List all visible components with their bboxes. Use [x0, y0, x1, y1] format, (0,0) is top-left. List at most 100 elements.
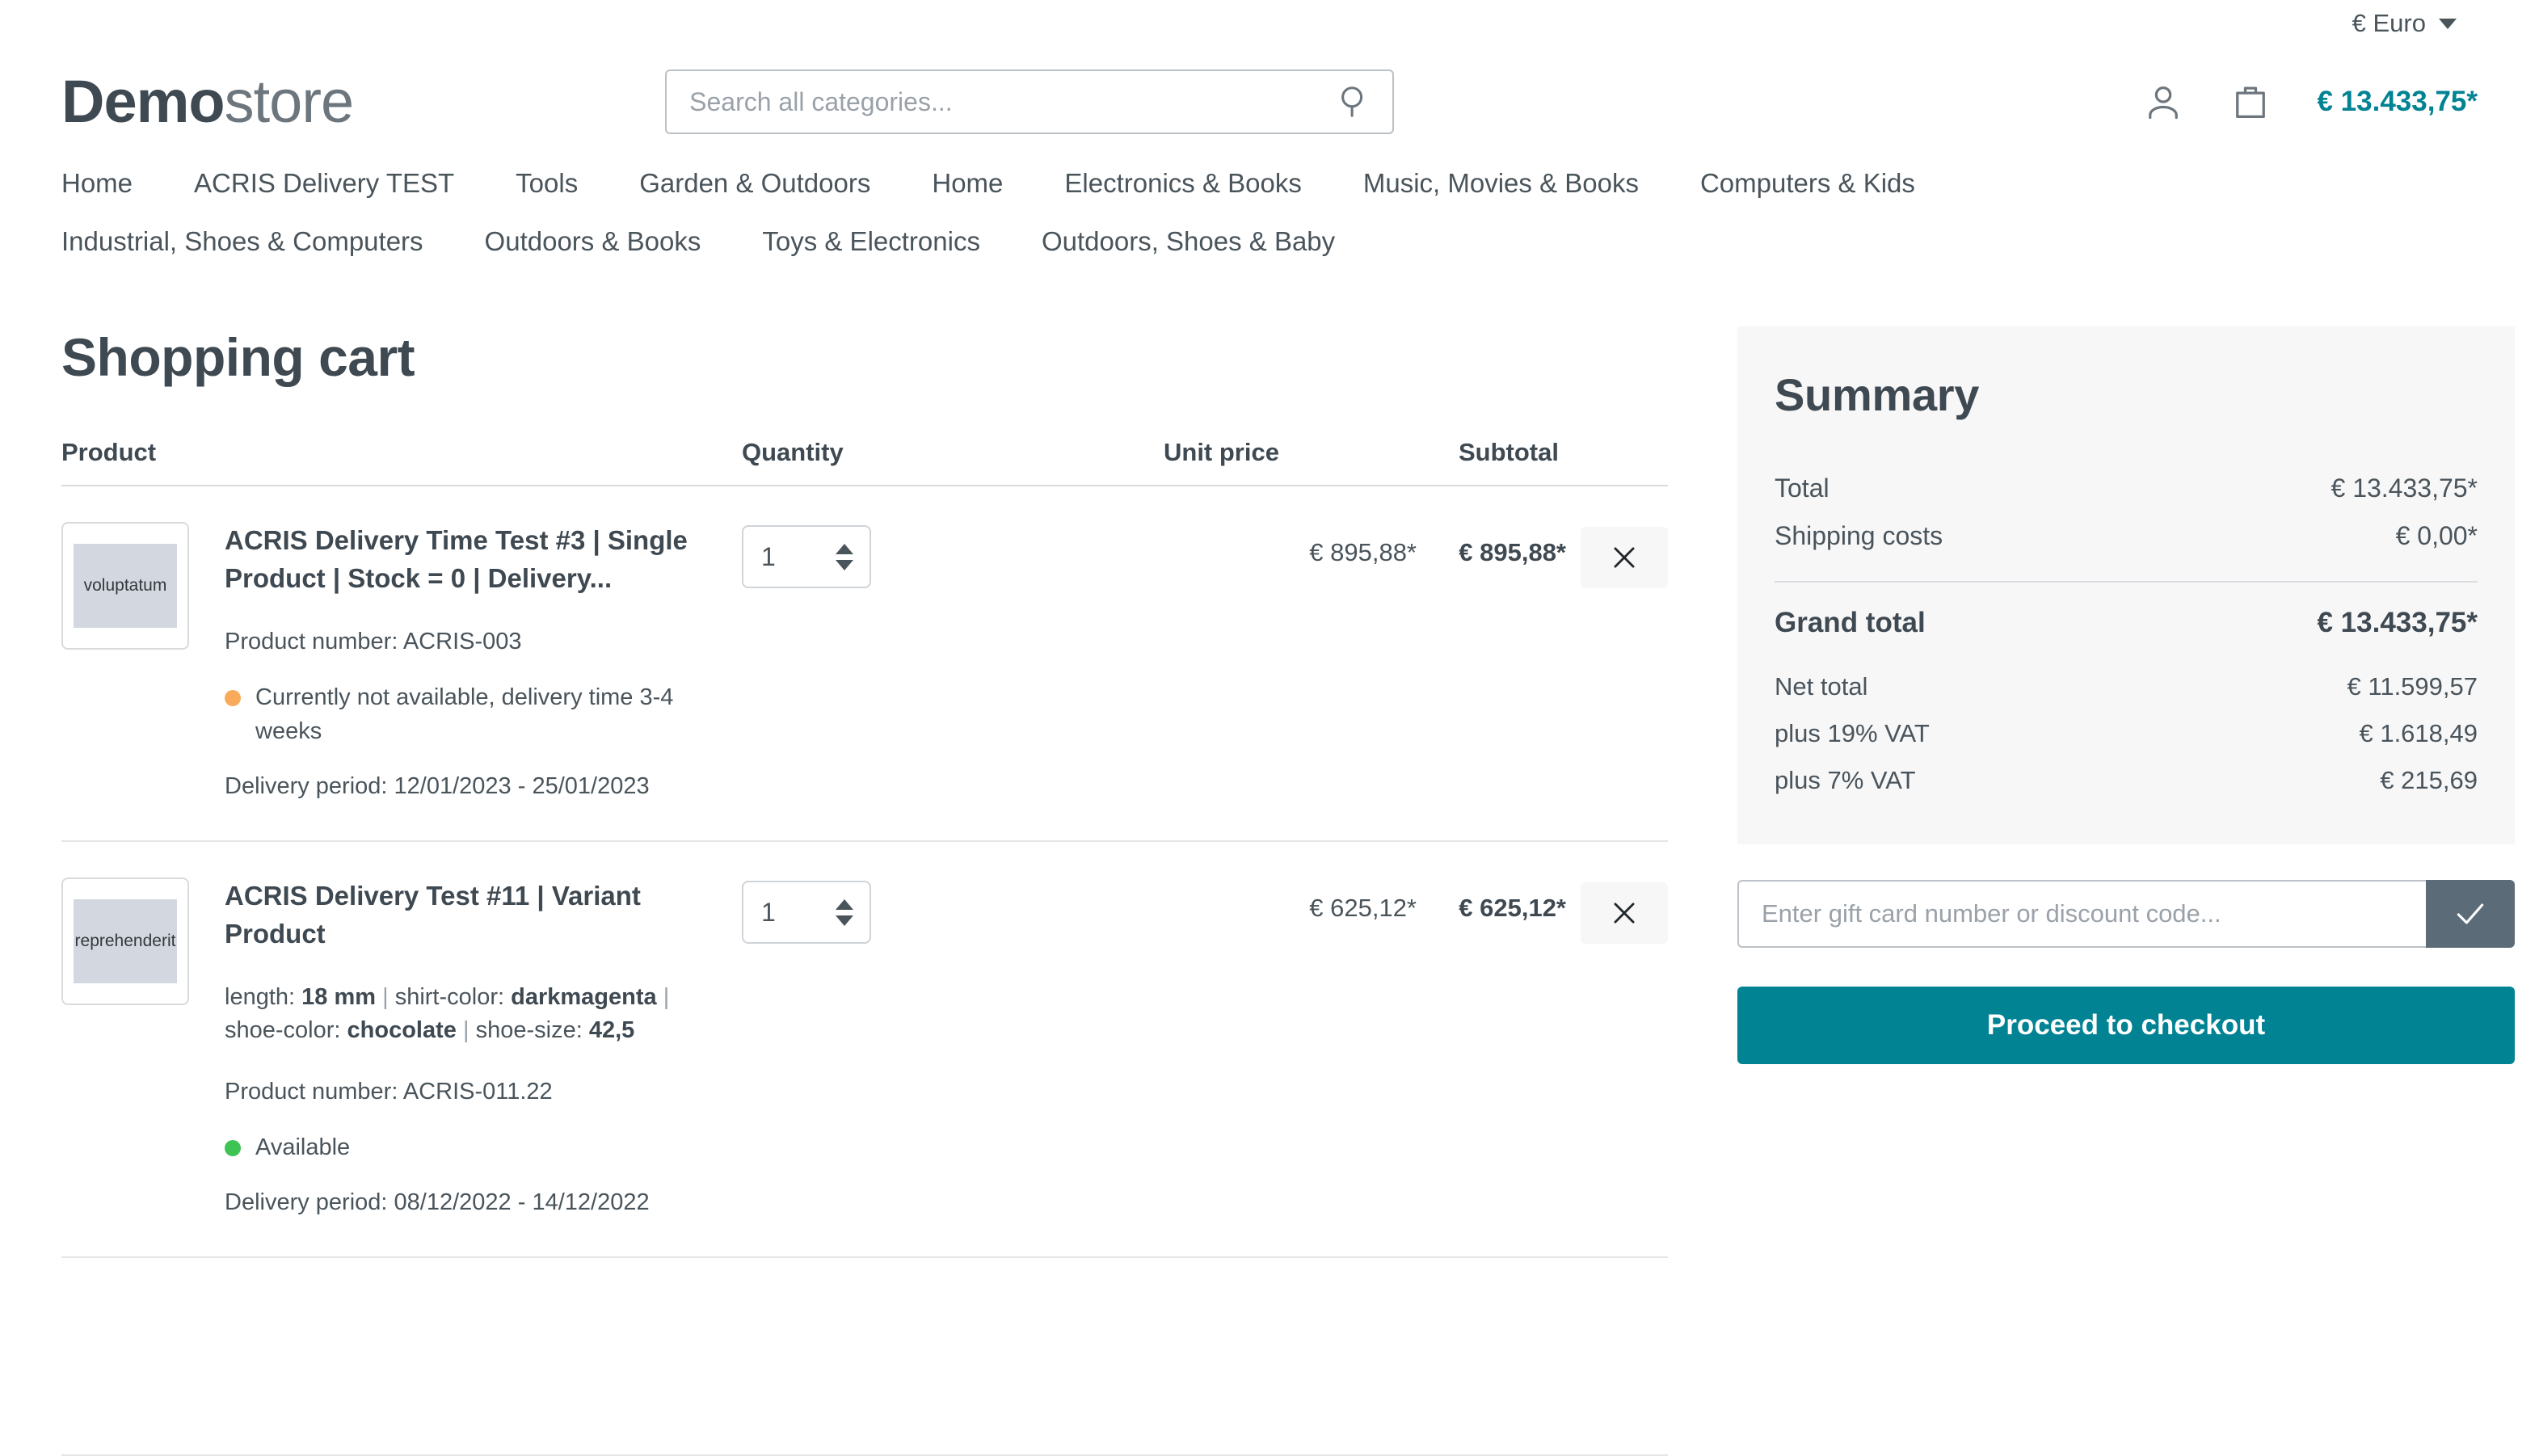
product-thumbnail[interactable]: voluptatum [61, 522, 189, 650]
header-actions: € 13.433,75* [2139, 78, 2478, 126]
summary-label-total: Total [1775, 473, 1830, 503]
product-info: ACRIS Delivery Time Test #3 | Single Pro… [225, 522, 706, 803]
search-icon [1341, 86, 1363, 117]
status-dot-icon [225, 690, 241, 707]
variant-name-shoe-size: shoe-size: [475, 1017, 583, 1044]
summary-row-shipping: Shipping costs € 0,00* [1775, 512, 2478, 560]
unit-price: € 625,12* [1309, 894, 1417, 923]
page-root: € Euro Demostore Search all categories..… [0, 0, 2539, 1456]
subtotal-price: € 895,88* [1459, 538, 1566, 566]
gift-card-submit-button[interactable] [2426, 880, 2515, 948]
nav-item-acris-delivery-test[interactable]: ACRIS Delivery TEST [194, 168, 454, 199]
top-bar: € Euro [0, 0, 2539, 47]
variant-value-shoe-size: 42,5 [588, 1017, 635, 1044]
variant-separator: | [382, 984, 389, 1011]
summary-row-grand-total: Grand total € 13.433,75* [1775, 602, 2478, 663]
column-header-product: Product [61, 438, 157, 466]
variant-value-shoe-color: chocolate [347, 1017, 457, 1044]
nav-item-toys-electronics[interactable]: Toys & Electronics [762, 226, 980, 257]
product-number: Product number: ACRIS-011.22 [225, 1078, 553, 1105]
quantity-spinner [836, 898, 857, 926]
product-thumbnail-placeholder: voluptatum [74, 544, 177, 628]
column-header-subtotal: Subtotal [1459, 438, 1559, 466]
page-title: Shopping cart [61, 327, 415, 387]
remove-cell [1566, 522, 1668, 588]
product-info: ACRIS Delivery Test #11 | Variant Produc… [225, 877, 706, 1219]
variant-separator: | [462, 1017, 469, 1044]
nav-item-computers-kids[interactable]: Computers & Kids [1700, 168, 1915, 199]
logo-bold-part: Demo [61, 68, 225, 135]
stock-status: Currently not available, delivery time 3… [225, 680, 706, 748]
gift-card-input[interactable] [1737, 880, 2426, 948]
stock-status-label: Currently not available, delivery time 3… [255, 684, 674, 745]
nav-item-outdoors-shoes-baby[interactable]: Outdoors, Shoes & Baby [1042, 226, 1335, 257]
summary-title: Summary [1775, 369, 1980, 420]
bag-icon [2236, 86, 2266, 119]
quantity-stepper[interactable]: 1 [742, 881, 871, 945]
variant-value-length: 18 mm [301, 984, 377, 1011]
variant-name-length: length: [225, 984, 296, 1011]
logo-light-part: store [224, 68, 355, 135]
summary-value-net-total: € 11.599,57 [2347, 672, 2478, 701]
remove-item-button[interactable] [1581, 882, 1668, 945]
user-icon [2149, 86, 2179, 120]
nav-item-electronics-books[interactable]: Electronics & Books [1064, 168, 1301, 199]
summary-value-grand-total: € 13.433,75* [2317, 607, 2478, 638]
remove-item-button[interactable] [1581, 527, 1668, 588]
summary-row-vat-19: plus 19% VAT € 1.618,49 [1775, 710, 2478, 757]
nav-item-home-2[interactable]: Home [932, 168, 1003, 199]
delivery-period: Delivery period: 08/12/2022 - 14/12/2022 [225, 1189, 650, 1216]
nav-item-music-movies-books[interactable]: Music, Movies & Books [1363, 168, 1639, 199]
nav-item-tools[interactable]: Tools [516, 168, 578, 199]
unit-price: € 895,88* [1309, 538, 1417, 566]
main-navigation: Home ACRIS Delivery TEST Tools Garden & … [0, 144, 2020, 257]
quantity-decrement-icon[interactable] [836, 915, 853, 926]
cart-button[interactable] [2226, 78, 2275, 126]
search-container [665, 69, 1395, 134]
summary-panel: Summary Total € 13.433,75* Shipping cost… [1737, 326, 2515, 844]
quantity-increment-icon[interactable] [836, 898, 853, 910]
search-submit-button[interactable] [1333, 80, 1376, 124]
nav-item-home-1[interactable]: Home [61, 168, 133, 199]
summary-label-net-total: Net total [1775, 672, 1868, 701]
variant-name-shirt-color: shirt-color: [394, 984, 505, 1011]
main-content: Shopping cart Product Quantity Unit pric… [0, 257, 2539, 1259]
search-input[interactable] [665, 69, 1395, 134]
cart-section: Shopping cart Product Quantity Unit pric… [61, 326, 1668, 1259]
nav-item-garden-outdoors[interactable]: Garden & Outdoors [639, 168, 870, 199]
nav-item-industrial-shoes-computers[interactable]: Industrial, Shoes & Computers [61, 226, 423, 257]
quantity-increment-icon[interactable] [836, 543, 853, 554]
stock-status: Available [225, 1130, 706, 1164]
product-cell: voluptatum ACRIS Delivery Time Test #3 |… [61, 522, 742, 803]
nav-item-outdoors-books[interactable]: Outdoors & Books [485, 226, 701, 257]
cart-total-amount[interactable]: € 13.433,75* [2317, 86, 2478, 118]
subtotal-price: € 625,12* [1459, 894, 1566, 923]
column-header-quantity: Quantity [742, 438, 844, 466]
product-number: Product number: ACRIS-003 [225, 628, 522, 654]
chevron-down-icon [2439, 18, 2457, 29]
product-thumbnail[interactable]: reprehenderit [61, 877, 189, 1006]
site-logo[interactable]: Demostore [61, 72, 354, 132]
proceed-to-checkout-button[interactable]: Proceed to checkout [1737, 987, 2515, 1064]
quantity-stepper[interactable]: 1 [742, 525, 871, 588]
product-thumbnail-placeholder: reprehenderit [74, 899, 177, 984]
product-cell: reprehenderit ACRIS Delivery Test #11 | … [61, 877, 742, 1219]
site-header: Demostore Search all categories... € 13.… [0, 47, 2539, 144]
column-header-unit-price: Unit price [1164, 438, 1279, 466]
cart-table-header: Product Quantity Unit price Subtotal [61, 438, 1668, 486]
product-title[interactable]: ACRIS Delivery Time Test #3 | Single Pro… [225, 522, 706, 598]
close-icon [1614, 903, 1635, 924]
summary-value-shipping: € 0,00* [2395, 521, 2478, 550]
currency-label: € Euro [2352, 9, 2426, 37]
quantity-cell: 1 [742, 877, 1130, 945]
account-button[interactable] [2139, 78, 2187, 126]
product-title[interactable]: ACRIS Delivery Test #11 | Variant Produc… [225, 877, 706, 953]
summary-row-vat-7: plus 7% VAT € 215,69 [1775, 757, 2478, 804]
quantity-decrement-icon[interactable] [836, 559, 853, 570]
product-variants: length: 18 mm | shirt-color: darkmagenta… [225, 981, 706, 1047]
gift-card-form [1737, 880, 2515, 948]
summary-row-net-total: Net total € 11.599,57 [1775, 663, 2478, 710]
table-row: reprehenderit ACRIS Delivery Test #11 | … [61, 842, 1668, 1259]
currency-switcher[interactable]: € Euro [2352, 9, 2478, 38]
summary-label-shipping: Shipping costs [1775, 521, 1943, 550]
